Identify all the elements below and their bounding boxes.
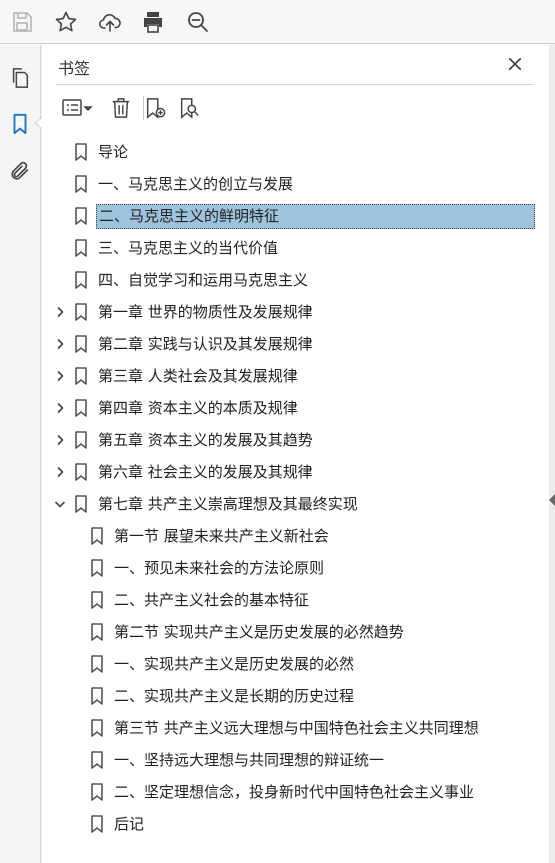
options-menu-icon[interactable] [56,95,96,121]
bookmark-item[interactable]: 二、实现共产主义是长期的历史过程 [42,683,542,710]
bookmark-label: 三、马克思主义的当代价值 [98,239,279,257]
bookmark-flag-icon [74,399,88,417]
bookmark-item[interactable]: 第二章 实践与认识及其发展规律 [42,331,542,358]
bookmark-flag-icon [74,463,88,481]
bookmark-flag-icon [74,335,88,353]
bookmark-label: 导论 [98,143,129,161]
bookmark-item[interactable]: 二、共产主义社会的基本特征 [42,587,542,614]
bookmarks-panel: 书签 导论一、马克思主义的创立与发展二、马克思主义的鲜明特征三、马克思主义的当代… [42,45,549,863]
bookmark-item[interactable]: 一、预见未来社会的方法论原则 [42,555,542,582]
bookmark-item[interactable]: 二、马克思主义的鲜明特征 [42,203,542,230]
bookmark-label: 四、自觉学习和运用马克思主义 [98,271,309,289]
bookmark-item[interactable]: 第三节 共产主义远大理想与中国特色社会主义共同理想 [42,715,542,742]
bookmark-item[interactable]: 三、马克思主义的当代价值 [42,235,542,262]
bookmark-label: 后记 [114,815,145,833]
bookmark-flag-icon [74,207,88,225]
bookmark-flag-icon [74,495,88,513]
star-icon[interactable] [51,7,81,37]
navigation-rail [0,45,41,863]
upload-icon[interactable] [95,7,125,37]
bookmark-flag-icon [90,623,104,641]
bookmark-label: 第二节 实现共产主义是历史发展的必然趋势 [114,623,404,641]
bookmark-flag-icon [74,239,88,257]
bookmark-label: 第六章 社会主义的发展及其规律 [98,463,313,481]
bookmark-label: 第三节 共产主义远大理想与中国特色社会主义共同理想 [114,719,479,737]
panel-title: 书签 [58,59,91,78]
bookmark-label: 第二章 实践与认识及其发展规律 [98,335,313,353]
chevron-right-icon[interactable] [53,305,67,319]
bookmark-flag-icon [90,655,104,673]
bookmark-flag-icon [74,271,88,289]
bookmark-label: 一、马克思主义的创立与发展 [98,175,294,193]
chevron-right-icon[interactable] [53,337,67,351]
bookmark-item[interactable]: 第四章 资本主义的本质及规律 [42,395,542,422]
bookmark-label: 一、坚持远大理想与共同理想的辩证统一 [114,751,385,769]
chevron-right-icon[interactable] [53,433,67,447]
bookmark-label: 第四章 资本主义的本质及规律 [98,399,298,417]
bookmark-flag-icon [74,431,88,449]
bookmark-item[interactable]: 第六章 社会主义的发展及其规律 [42,459,542,486]
top-toolbar [0,0,555,44]
bookmark-label: 一、实现共产主义是历史发展的必然 [114,655,355,673]
print-icon[interactable] [138,7,168,37]
chevron-down-icon[interactable] [53,497,67,511]
bookmark-item[interactable]: 第七章 共产主义崇高理想及其最终实现 [42,491,542,518]
bookmark-item[interactable]: 第一节 展望未来共产主义新社会 [42,523,542,550]
bookmark-item[interactable]: 第一章 世界的物质性及发展规律 [42,299,542,326]
bookmark-flag-icon [74,303,88,321]
bookmark-label: 第七章 共产主义崇高理想及其最终实现 [98,495,358,513]
bookmark-label: 第一章 世界的物质性及发展规律 [98,303,313,321]
bookmark-flag-icon [90,591,104,609]
bookmark-icon[interactable] [6,110,34,138]
bookmark-flag-icon [74,143,88,161]
bookmark-label: 一、预见未来社会的方法论原则 [114,559,325,577]
bookmark-flag-icon [90,815,104,833]
save-icon[interactable] [7,7,37,37]
chevron-right-icon[interactable] [53,465,67,479]
bookmark-label: 二、实现共产主义是长期的历史过程 [114,687,355,705]
bookmark-item[interactable]: 二、坚定理想信念，投身新时代中国特色社会主义事业 [42,779,542,806]
bookmark-label: 二、共产主义社会的基本特征 [114,591,310,609]
bookmark-flag-icon [90,559,104,577]
bookmark-flag-icon [90,687,104,705]
bookmark-flag-icon [90,719,104,737]
bookmark-item[interactable]: 一、马克思主义的创立与发展 [42,171,542,198]
delete-icon[interactable] [108,95,134,121]
bookmark-search-icon[interactable] [176,95,202,121]
bookmark-item[interactable]: 第五章 资本主义的发展及其趋势 [42,427,542,454]
panel-edge [549,45,555,863]
bookmark-flag-icon [90,783,104,801]
chevron-right-icon[interactable] [53,369,67,383]
bookmark-item[interactable]: 导论 [42,139,542,166]
close-icon[interactable] [504,53,526,75]
bookmark-item[interactable]: 一、坚持远大理想与共同理想的辩证统一 [42,747,542,774]
bookmark-label: 第一节 展望未来共产主义新社会 [114,527,329,545]
pages-icon[interactable] [6,64,34,92]
chevron-right-icon[interactable] [53,401,67,415]
bookmark-item[interactable]: 第二节 实现共产主义是历史发展的必然趋势 [42,619,542,646]
bookmark-flag-icon [90,751,104,769]
bookmark-flag-icon [74,367,88,385]
bookmark-item[interactable]: 第三章 人类社会及其发展规律 [42,363,542,390]
bookmark-item[interactable]: 四、自觉学习和运用马克思主义 [42,267,542,294]
new-bookmark-icon[interactable] [142,95,168,121]
bookmark-label: 二、马克思主义的鲜明特征 [96,204,535,229]
bookmark-label: 第三章 人类社会及其发展规律 [98,367,298,385]
bookmark-flag-icon [90,527,104,545]
collapse-arrow-icon[interactable] [548,493,555,507]
attachment-icon[interactable] [6,157,34,185]
bookmark-flag-icon [74,175,88,193]
bookmark-label: 二、坚定理想信念，投身新时代中国特色社会主义事业 [114,783,475,801]
bookmark-item[interactable]: 后记 [42,811,542,838]
bookmark-label: 第五章 资本主义的发展及其趋势 [98,431,313,449]
divider [56,84,534,85]
bookmark-item[interactable]: 一、实现共产主义是历史发展的必然 [42,651,542,678]
zoom-search-icon[interactable] [183,7,213,37]
